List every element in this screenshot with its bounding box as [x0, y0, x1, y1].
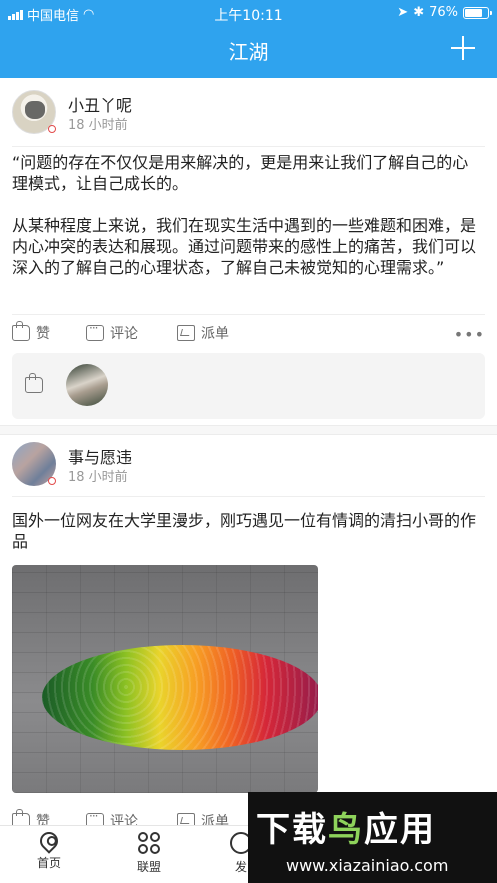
dispatch-icon — [177, 325, 195, 341]
dispatch-label: 派单 — [201, 326, 229, 342]
post-text: “问题的存在不仅仅是用来解决的，更是用来让我们了解自己的心理模式，让自己成长的。… — [12, 153, 477, 277]
watermark-logo: 下载鸟应用 — [256, 802, 436, 851]
location-arrow-icon: ➤ — [397, 5, 409, 20]
watermark-text: 下载 — [256, 810, 328, 850]
post-time: 18 小时前 — [68, 470, 128, 485]
post-image[interactable] — [12, 565, 318, 793]
post-author[interactable]: 事与愿违 — [68, 444, 132, 468]
tab-home[interactable]: 首页 — [14, 828, 84, 871]
comment-button[interactable]: 评论 — [86, 321, 138, 343]
dispatch-button[interactable]: 派单 — [177, 323, 229, 343]
comment-label: 评论 — [110, 326, 138, 342]
location-badge-icon — [48, 477, 56, 485]
watermark-url: www.xiazainiao.com — [286, 856, 449, 875]
thumbs-up-icon — [25, 373, 43, 393]
post-actions: 赞 评论 派单 ••• — [12, 321, 485, 347]
like-label: 赞 — [36, 326, 50, 342]
post-text: 国外一位网友在大学里漫步，刚巧遇见一位有情调的清扫小哥的作品 — [12, 511, 477, 551]
post-time: 18 小时前 — [68, 118, 128, 133]
status-bar: 中国电信 ◠ 上午10:11 ➤ ✱ 76% — [0, 0, 497, 26]
battery-icon — [463, 6, 492, 19]
section-gap — [0, 425, 497, 435]
post-author[interactable]: 小丑丫呢 — [68, 92, 132, 116]
watermark-text: 应用 — [364, 810, 436, 850]
liker-avatar[interactable] — [66, 364, 108, 406]
tab-label: 首页 — [36, 856, 61, 870]
comment-icon — [86, 321, 104, 341]
plus-icon[interactable] — [451, 36, 475, 60]
clover-icon — [138, 832, 160, 854]
thumbs-up-icon — [12, 321, 30, 341]
divider — [12, 314, 485, 315]
divider — [12, 146, 485, 147]
bluetooth-icon: ✱ — [413, 5, 425, 20]
leaf-arrangement — [42, 645, 318, 750]
page-title: 江湖 — [228, 40, 269, 64]
app-header: 中国电信 ◠ 上午10:11 ➤ ✱ 76% 江湖 — [0, 0, 497, 78]
tab-alliance[interactable]: 联盟 — [114, 832, 184, 875]
divider — [12, 496, 485, 497]
more-options-button[interactable]: ••• — [454, 325, 485, 344]
location-badge-icon — [48, 125, 56, 133]
battery-percent: 76% — [429, 5, 458, 20]
location-pin-icon — [36, 828, 62, 854]
likes-box — [12, 353, 485, 419]
watermark-text: 鸟 — [328, 810, 364, 850]
watermark-banner: 下载鸟应用 www.xiazainiao.com — [248, 792, 497, 883]
tab-label: 联盟 — [136, 860, 161, 874]
post-card: 小丑丫呢 18 小时前 “问题的存在不仅仅是用来解决的，更是用来让我们了解自己的… — [0, 78, 497, 430]
like-button[interactable]: 赞 — [12, 321, 50, 343]
